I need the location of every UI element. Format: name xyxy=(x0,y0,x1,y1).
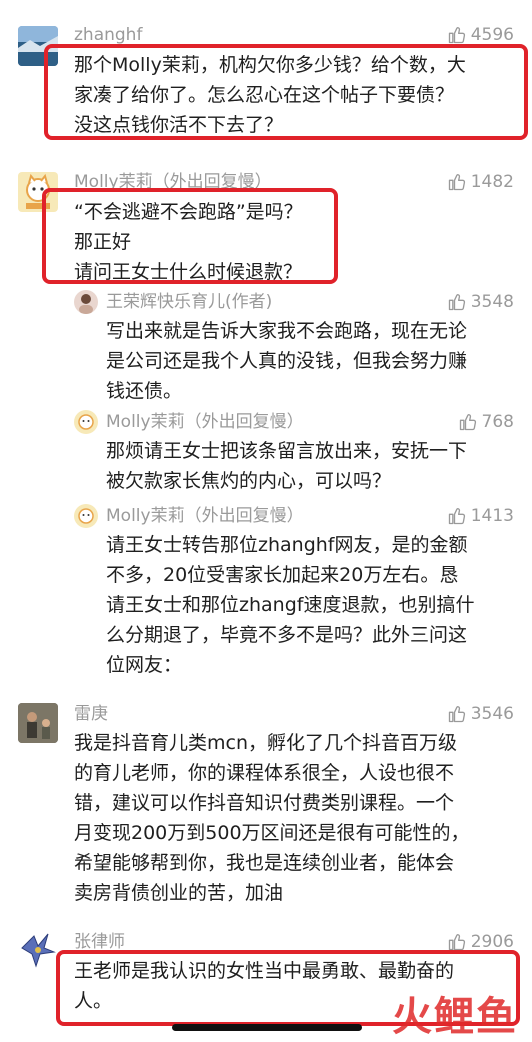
like-button[interactable]: 1413 xyxy=(447,506,514,526)
thumbs-up-icon xyxy=(447,25,467,45)
thumbs-up-icon xyxy=(447,704,467,724)
like-button[interactable]: 2906 xyxy=(447,932,514,952)
like-count: 3548 xyxy=(470,292,514,312)
bird-avatar-icon xyxy=(21,933,56,968)
comment-text: 写出来就是告诉大家我不会跑路，现在无论 是公司还是我个人真的没钱，但我会努力赚 … xyxy=(106,320,468,402)
avatar[interactable] xyxy=(74,290,98,314)
person-avatar-icon xyxy=(79,294,93,314)
author-name[interactable]: Molly茉莉（外出回复慢） xyxy=(106,506,304,526)
cat-avatar-icon xyxy=(78,508,94,524)
author-name[interactable]: Molly茉莉（外出回复慢） xyxy=(106,412,304,432)
like-button[interactable]: 3548 xyxy=(447,292,514,312)
comment-text: 那烦请王女士把该条留言放出来，安抚一下 被欠款家长焦灼的内心，可以吗？ xyxy=(106,440,468,492)
thumbs-up-icon xyxy=(447,932,467,952)
photo-avatar-icon xyxy=(18,703,58,743)
author-name[interactable]: zhanghf xyxy=(74,25,142,45)
thumbs-up-icon xyxy=(447,292,467,312)
thumbs-up-icon xyxy=(447,172,467,192)
cat-avatar-icon xyxy=(78,414,94,430)
avatar[interactable] xyxy=(18,930,58,970)
like-count: 2906 xyxy=(470,932,514,952)
avatar[interactable] xyxy=(18,703,58,743)
author-name[interactable]: 王荣辉快乐育儿(作者) xyxy=(106,292,272,312)
author-name[interactable]: 雷庚 xyxy=(74,704,108,724)
like-count: 3546 xyxy=(470,704,514,724)
thumbs-up-icon xyxy=(458,412,478,432)
author-name[interactable]: 张律师 xyxy=(74,932,125,952)
like-button[interactable]: 3546 xyxy=(447,704,514,724)
watermark-logo: 火鲤鱼 xyxy=(392,994,518,1040)
avatar[interactable] xyxy=(74,410,98,434)
thumbs-up-icon xyxy=(447,506,467,526)
comment-text: 我是抖音育儿类mcn，孵化了几个抖音百万级 的育儿老师，你的课程体系很全，人设也… xyxy=(74,732,470,904)
like-count: 768 xyxy=(481,412,514,432)
like-count: 1413 xyxy=(470,506,514,526)
comment-text: 请王女士转告那位zhanghf网友，是的金额 不多，20位受害家长加起来20万左… xyxy=(106,534,475,676)
like-button[interactable]: 4596 xyxy=(447,25,514,45)
like-count: 1482 xyxy=(470,172,514,192)
like-count: 4596 xyxy=(470,25,514,45)
avatar[interactable] xyxy=(74,504,98,528)
like-button[interactable]: 1482 xyxy=(447,172,514,192)
highlight-box xyxy=(42,188,338,284)
home-indicator[interactable] xyxy=(172,1024,362,1031)
like-button[interactable]: 768 xyxy=(458,412,514,432)
highlight-box xyxy=(44,44,528,140)
